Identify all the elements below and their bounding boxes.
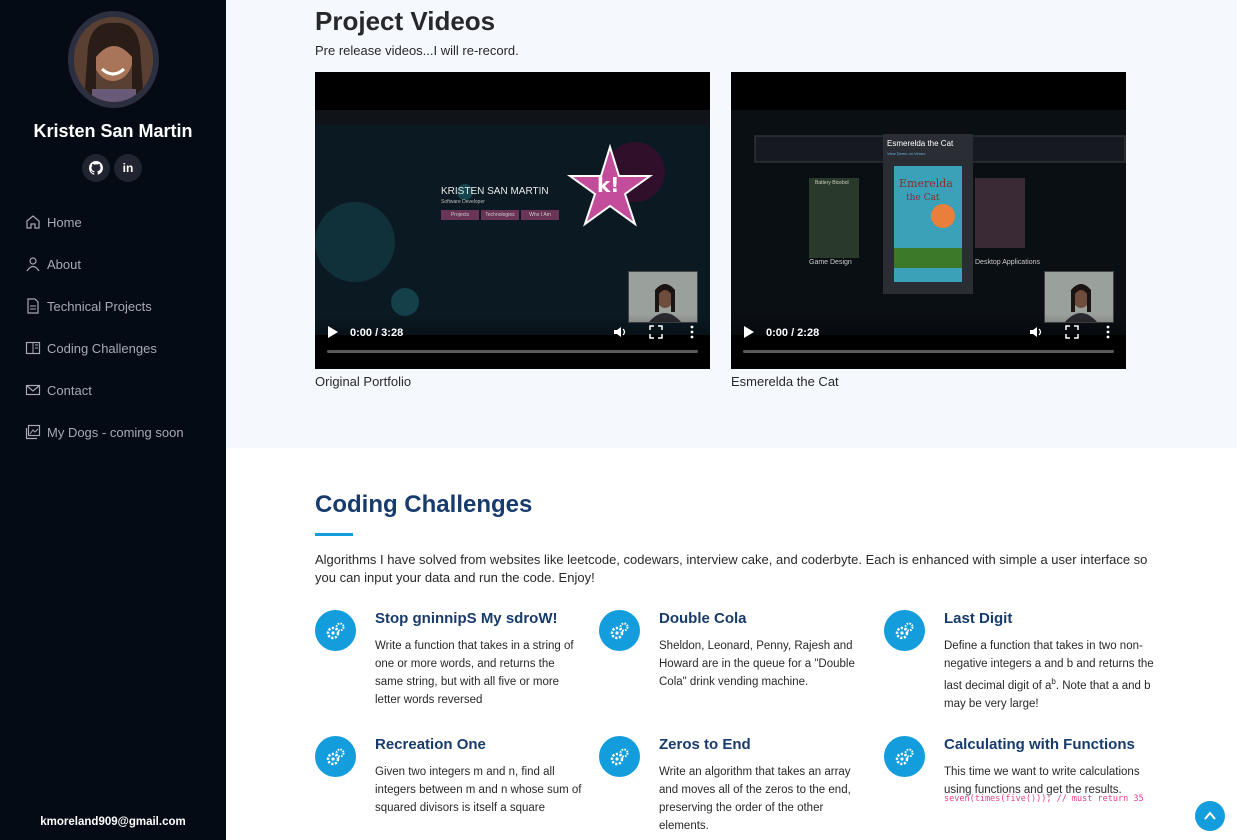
sidebar-item-label: Contact	[47, 382, 92, 398]
svg-text:the Cat: the Cat	[906, 193, 940, 203]
challenge-title[interactable]: Zeros to End	[659, 736, 751, 753]
challenge-description: Sheldon, Leonard, Penny, Rajesh and Howa…	[659, 640, 855, 688]
video-time: 0:00 / 3:28	[350, 327, 404, 339]
challenge-title[interactable]: Recreation One	[375, 736, 486, 753]
section-description: Algorithms I have solved from websites l…	[315, 552, 1148, 585]
file-icon	[27, 298, 39, 314]
play-icon[interactable]	[327, 325, 339, 339]
volume-icon[interactable]	[613, 325, 627, 339]
gears-icon	[315, 736, 356, 777]
section-title: Coding Challenges	[315, 491, 533, 518]
svg-text:Emerelda: Emerelda	[899, 177, 953, 190]
challenge-description: Write a function that takes in a string …	[375, 640, 574, 706]
challenge-description: Define a function that takes in two non-…	[944, 637, 1154, 713]
sidebar-item-label: About	[47, 256, 81, 272]
sidebar: Kristen San Martin in Home About Technic…	[0, 0, 226, 840]
contact-email[interactable]: kmoreland909@gmail.com	[0, 816, 226, 828]
envelope-icon	[25, 384, 41, 396]
gears-icon	[599, 610, 640, 651]
preview-popup-title: Esmerelda the Cat	[887, 139, 954, 148]
video-time: 0:00 / 2:28	[766, 327, 820, 339]
volume-icon[interactable]	[1029, 325, 1043, 339]
play-icon[interactable]	[743, 325, 755, 339]
video-progress-bar[interactable]	[327, 350, 698, 353]
sidebar-item-coding-challenges[interactable]: Coding Challenges	[0, 327, 226, 369]
video-controls	[731, 314, 1126, 369]
preview-role: Software Developer	[441, 199, 485, 205]
preview-name: KRISTEN SAN MARTIN	[441, 186, 549, 197]
videos-title: Project Videos	[315, 6, 496, 36]
challenge-title[interactable]: Last Digit	[944, 610, 1012, 627]
sidebar-item-contact[interactable]: Contact	[0, 369, 226, 411]
video-progress-bar[interactable]	[743, 350, 1114, 353]
more-options-icon[interactable]	[1101, 325, 1115, 339]
sidebar-item-home[interactable]: Home	[0, 201, 226, 243]
chevron-up-icon	[1204, 811, 1216, 820]
preview-card-title: Battery Bicebol	[815, 180, 849, 186]
back-to-top-button[interactable]	[1195, 801, 1225, 831]
sidebar-item-label: Coding Challenges	[47, 340, 157, 356]
home-icon	[26, 215, 40, 229]
code-snippet: seven(times(five())); // must return 35	[944, 794, 1144, 804]
video-caption: Esmerelda the Cat	[731, 374, 839, 389]
challenge-description: Write an algorithm that takes an array a…	[659, 766, 851, 832]
challenge-title[interactable]: Double Cola	[659, 610, 747, 627]
sidebar-item-about[interactable]: About	[0, 243, 226, 285]
video-controls	[315, 314, 710, 369]
project-videos-section: Project Videos Pre release videos...I wi…	[226, 0, 1237, 448]
videos-subtitle: Pre release videos...I will re-record.	[315, 43, 519, 58]
preview-card-label: Desktop Applications	[975, 259, 1040, 266]
challenge-title[interactable]: Calculating with Functions	[944, 736, 1135, 753]
sidebar-item-label: Home	[47, 214, 82, 230]
preview-card-label: Game Design	[809, 259, 852, 266]
sidebar-nav: Home About Technical Projects Coding Cha…	[0, 201, 226, 453]
coding-challenges-section: Coding Challenges Algorithms I have solv…	[226, 448, 1237, 840]
fullscreen-icon[interactable]	[649, 325, 663, 339]
preview-button: Who I Am	[521, 210, 559, 220]
preview-popup-sub: View Demo on Vimeo	[887, 151, 926, 156]
person-icon	[26, 257, 40, 272]
fullscreen-icon[interactable]	[1065, 325, 1079, 339]
sidebar-item-label: Technical Projects	[47, 298, 152, 314]
more-options-icon[interactable]	[685, 325, 699, 339]
challenge-title[interactable]: Stop gninnipS My sdroW!	[375, 610, 557, 627]
book-icon	[25, 341, 41, 355]
svg-text:k!: k!	[597, 173, 619, 197]
sidebar-item-label: My Dogs - coming soon	[47, 424, 184, 440]
video-player-original-portfolio[interactable]: k! KRISTEN SAN MARTIN Software Developer…	[315, 72, 710, 369]
gears-icon	[599, 736, 640, 777]
gears-icon	[315, 610, 356, 651]
gears-icon	[884, 736, 925, 777]
images-icon	[25, 424, 41, 440]
linkedin-icon[interactable]: in	[114, 154, 142, 182]
main-content: Project Videos Pre release videos...I wi…	[226, 0, 1237, 840]
github-icon[interactable]	[82, 154, 110, 182]
video-caption: Original Portfolio	[315, 374, 412, 389]
challenge-description: Given two integers m and n, find all int…	[375, 766, 582, 814]
gears-icon	[884, 610, 925, 651]
sidebar-item-my-dogs[interactable]: My Dogs - coming soon	[0, 411, 226, 453]
preview-button: Technologies	[481, 210, 519, 220]
profile-name: Kristen San Martin	[33, 121, 193, 141]
avatar	[68, 11, 159, 108]
video-player-esmerelda[interactable]: Emerelda the Cat Esmerelda the Cat View …	[731, 72, 1126, 369]
sidebar-item-technical-projects[interactable]: Technical Projects	[0, 285, 226, 327]
preview-button: Projects	[441, 210, 479, 220]
title-underline	[315, 533, 353, 536]
